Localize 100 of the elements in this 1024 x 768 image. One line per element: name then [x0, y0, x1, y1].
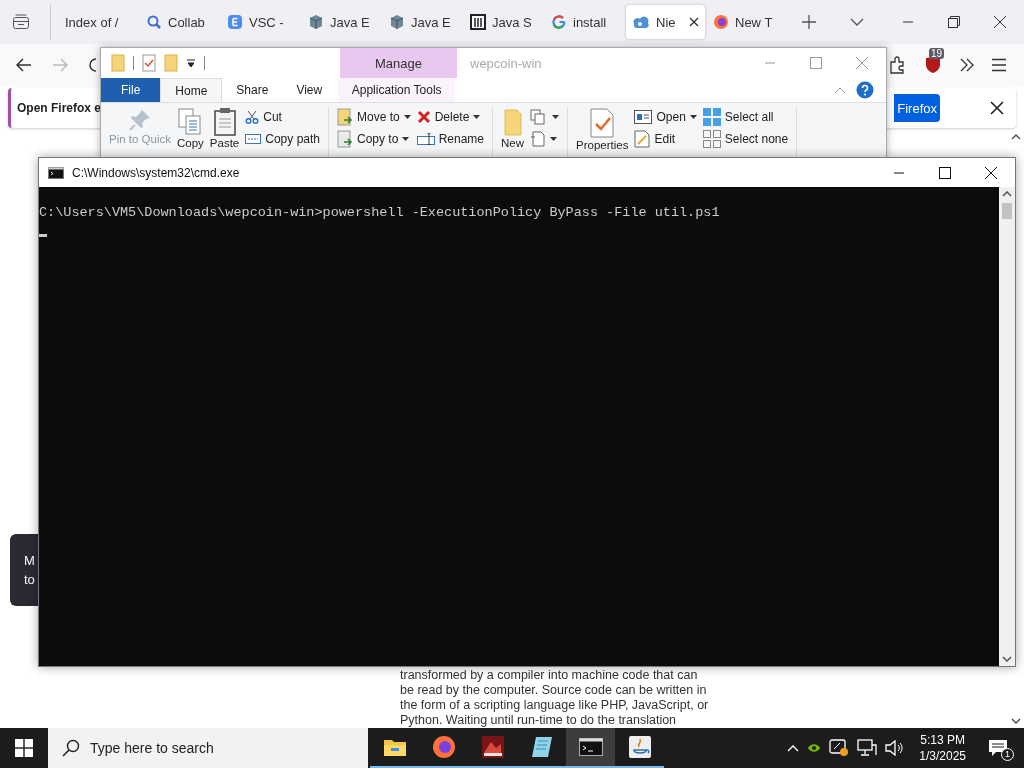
shield-icon[interactable]	[925, 56, 941, 74]
close-icon[interactable]	[990, 101, 1004, 115]
restore-icon[interactable]	[948, 16, 960, 28]
checklist-icon[interactable]	[142, 54, 156, 72]
ribbon-button[interactable]: New	[501, 107, 525, 149]
ribbon-button[interactable]: Delete	[416, 107, 485, 126]
ribbon-button[interactable]: Select all	[702, 107, 789, 126]
ribbon-button[interactable]: Copy path	[245, 129, 320, 148]
popup-text: to	[24, 572, 36, 587]
move-icon	[337, 107, 353, 126]
pin-icon	[127, 107, 153, 133]
taskbar-app[interactable]	[566, 728, 615, 768]
checked-page-icon	[589, 107, 616, 139]
scissors-icon	[245, 109, 260, 124]
chevron-down-icon[interactable]	[850, 18, 864, 26]
ribbon-tab[interactable]: View	[282, 78, 337, 102]
search-field[interactable]: Type here to search	[48, 728, 368, 768]
ribbon-button[interactable]: Edit	[634, 129, 697, 148]
browser-tab[interactable]: New T	[707, 5, 786, 39]
clock-time[interactable]: 5:13 PM	[920, 732, 965, 748]
ribbon-tab[interactable]: Home	[160, 78, 223, 102]
caret-icon[interactable]	[186, 58, 196, 68]
browser-tab[interactable]: VSC -	[221, 5, 300, 39]
cube-icon	[308, 14, 324, 30]
ribbon-button[interactable]	[530, 129, 560, 148]
close-tab-icon[interactable]	[689, 17, 699, 27]
chevron-up-icon[interactable]	[787, 744, 800, 752]
speech-bubble-icon[interactable]	[988, 739, 1008, 757]
edit-icon	[634, 129, 651, 148]
maximize-icon[interactable]	[939, 166, 951, 179]
ribbon-tab[interactable]: File	[101, 78, 161, 102]
double-chevron-icon[interactable]	[959, 58, 975, 72]
count-badge: 1	[1001, 748, 1014, 761]
scroll-down-icon[interactable]	[1002, 656, 1012, 662]
context-tab-header: Manage	[340, 48, 457, 78]
back-icon[interactable]	[16, 58, 32, 72]
ribbon-button[interactable]: Open	[634, 107, 697, 126]
globe-icon	[431, 735, 456, 759]
clock-date[interactable]: 1/3/2025	[919, 748, 966, 764]
open-icon	[634, 109, 653, 124]
collapse-icon[interactable]	[834, 86, 846, 94]
browser-tab[interactable]: Nie	[626, 5, 705, 39]
magnifier-icon	[146, 14, 162, 30]
ribbon-button[interactable]: Move to	[337, 107, 411, 126]
ribbon-button[interactable]	[530, 107, 560, 126]
browser-tab[interactable]: Collab	[140, 5, 219, 39]
eye-logo-icon[interactable]	[807, 743, 822, 753]
caret-icon	[402, 136, 410, 141]
scroll-up-icon[interactable]	[1011, 134, 1021, 140]
browser-tab[interactable]: Java E	[302, 5, 381, 39]
ribbon-button[interactable]: Cut	[245, 107, 320, 126]
menu-icon[interactable]	[991, 58, 1007, 72]
grid-icon	[702, 107, 721, 126]
count-badge: 19	[929, 48, 945, 59]
console-scrollbar[interactable]	[999, 187, 1015, 666]
letter-e-icon	[227, 14, 243, 30]
path-icon	[245, 132, 262, 145]
globe-icon	[713, 14, 729, 30]
ribbon-button[interactable]: Rename	[416, 129, 485, 148]
firefox-button[interactable]: Firefox	[894, 94, 940, 122]
cloud-icon	[632, 15, 650, 29]
notification-text: Open Firefox e	[17, 101, 102, 115]
search-icon	[62, 739, 80, 757]
cup-icon	[627, 735, 652, 759]
browser-tab[interactable]: Java S	[464, 5, 543, 39]
empty-grid-icon	[702, 129, 721, 148]
ribbon-tab[interactable]: Share	[222, 78, 283, 102]
scroll-thumb[interactable]	[1002, 203, 1012, 219]
scroll-down-icon[interactable]	[1011, 718, 1021, 724]
ribbon-tab[interactable]: Application Tools	[338, 78, 456, 102]
ribbon-button[interactable]: Paste	[209, 107, 240, 149]
folder-icon	[501, 107, 524, 137]
ribbon-button[interactable]: Copy to	[337, 129, 411, 148]
help-icon[interactable]	[856, 81, 874, 99]
article-text: the form of a scripting language like PHP, JavaScript, or	[400, 698, 710, 713]
new-tab-icon[interactable]	[802, 15, 816, 29]
ribbon-button[interactable]: Select none	[702, 129, 789, 148]
puzzle-icon[interactable]	[889, 56, 907, 74]
terminal-icon	[578, 738, 603, 756]
caret-icon	[689, 114, 697, 119]
ribbon-button[interactable]: Properties	[576, 107, 629, 151]
close-icon[interactable]	[985, 166, 997, 179]
browser-tab[interactable]: Index of /	[59, 5, 138, 39]
network-icon[interactable]	[857, 739, 878, 757]
console-icon	[48, 166, 64, 179]
caret-icon	[473, 114, 481, 119]
browser-tab[interactable]: install	[545, 5, 624, 39]
browser-tab[interactable]: Java E	[383, 5, 462, 39]
reload-icon[interactable]	[88, 57, 96, 73]
rename-icon	[416, 132, 435, 145]
close-icon[interactable]	[994, 16, 1006, 28]
notepad-icon	[529, 735, 554, 759]
windows-logo-icon[interactable]	[15, 739, 33, 757]
article-text: be read by the computer. Source code can be written in	[400, 683, 708, 698]
scroll-up-icon[interactable]	[1002, 191, 1012, 197]
copy-icon	[177, 107, 204, 137]
ribbon-button[interactable]: Copy	[177, 107, 204, 149]
cube-icon	[389, 14, 405, 30]
tab-list-icon[interactable]	[12, 14, 30, 30]
speaker-icon[interactable]	[885, 740, 906, 756]
